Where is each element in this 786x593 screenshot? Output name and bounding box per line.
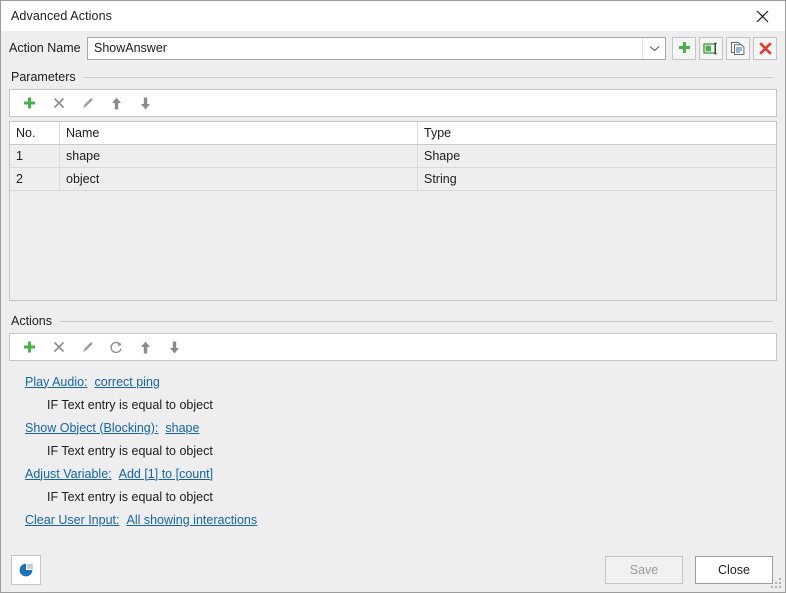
action-type-link[interactable]: Clear User Input: [25, 513, 119, 527]
cell-name: shape [60, 145, 418, 167]
parameters-group-header: Parameters [1, 65, 785, 89]
move-action-step-up-button[interactable] [132, 335, 159, 359]
action-name-value: ShowAnswer [94, 41, 167, 55]
condition-text: IF Text entry is equal to object [47, 443, 213, 458]
delete-action-step-button[interactable] [45, 335, 72, 359]
delete-action-button[interactable] [753, 36, 777, 60]
action-name-label: Action Name [9, 41, 81, 55]
actions-list[interactable]: Play Audio: correct ping IF Text entry i… [9, 366, 777, 548]
column-header-type[interactable]: Type [418, 122, 776, 144]
column-header-name[interactable]: Name [60, 122, 418, 144]
divider [83, 76, 773, 78]
move-action-step-down-button[interactable] [161, 335, 188, 359]
add-parameter-button[interactable] [16, 91, 43, 115]
delete-parameter-button[interactable] [45, 91, 72, 115]
footer-buttons: Save Close [605, 556, 773, 584]
close-icon[interactable] [739, 1, 785, 31]
cell-name: object [60, 168, 418, 190]
actions-group-label: Actions [11, 314, 52, 328]
duplicate-action-button[interactable] [726, 36, 750, 60]
action-type-link[interactable]: Adjust Variable: [25, 467, 112, 481]
titlebar: Advanced Actions [1, 1, 785, 31]
move-parameter-up-button[interactable] [103, 91, 130, 115]
cell-no: 1 [10, 145, 60, 167]
action-value-link[interactable]: shape [165, 421, 199, 435]
edit-parameter-button[interactable] [74, 91, 101, 115]
parameters-table-header: No. Name Type [10, 122, 776, 145]
list-item-condition[interactable]: IF Text entry is equal to object [9, 439, 777, 462]
list-item-condition[interactable]: IF Text entry is equal to object [9, 485, 777, 508]
condition-text: IF Text entry is equal to object [47, 397, 213, 412]
action-name-combobox[interactable]: ShowAnswer [87, 36, 666, 60]
action-name-toolbar [672, 36, 777, 60]
advanced-actions-dialog: Advanced Actions Action Name ShowAnswer [0, 0, 786, 593]
parameters-toolbar [9, 89, 777, 117]
pie-chart-icon[interactable] [11, 555, 41, 585]
table-row[interactable]: 1 shape Shape [10, 145, 776, 168]
actions-group-header: Actions [1, 309, 785, 333]
reset-action-step-button[interactable] [103, 335, 130, 359]
list-item[interactable]: Clear User Input: All showing interactio… [9, 508, 777, 531]
actions-toolbar [9, 333, 777, 361]
add-action-step-button[interactable] [16, 335, 43, 359]
resize-grip[interactable] [771, 578, 782, 589]
cell-no: 2 [10, 168, 60, 190]
table-row[interactable]: 2 object String [10, 168, 776, 191]
save-button[interactable]: Save [605, 556, 683, 584]
table-empty-area[interactable] [10, 191, 776, 300]
list-item[interactable]: Play Audio: correct ping [9, 370, 777, 393]
parameters-table[interactable]: No. Name Type 1 shape Shape 2 object Str… [9, 121, 777, 301]
add-action-button[interactable] [672, 36, 696, 60]
list-item-condition[interactable]: IF Text entry is equal to object [9, 393, 777, 416]
cell-type: Shape [424, 149, 461, 163]
action-name-row: Action Name ShowAnswer [1, 31, 785, 65]
window-title: Advanced Actions [11, 9, 112, 23]
divider [60, 320, 773, 322]
column-header-no[interactable]: No. [10, 122, 60, 144]
list-item[interactable]: Adjust Variable: Add [1] to [count] [9, 462, 777, 485]
condition-text: IF Text entry is equal to object [47, 489, 213, 504]
list-item[interactable]: Show Object (Blocking): shape [9, 416, 777, 439]
edit-action-step-button[interactable] [74, 335, 101, 359]
parameters-group-label: Parameters [11, 70, 76, 84]
cell-type: String [424, 172, 457, 186]
close-button[interactable]: Close [695, 556, 773, 584]
action-value-link[interactable]: All showing interactions [126, 513, 257, 527]
action-type-link[interactable]: Show Object (Blocking): [25, 421, 158, 435]
action-value-link[interactable]: Add [1] to [count] [119, 467, 214, 481]
rename-action-button[interactable] [699, 36, 723, 60]
footer-bar: Save Close [1, 548, 785, 592]
action-type-link[interactable]: Play Audio: [25, 375, 88, 389]
action-value-link[interactable]: correct ping [95, 375, 160, 389]
move-parameter-down-button[interactable] [132, 91, 159, 115]
chevron-down-icon[interactable] [642, 37, 665, 59]
